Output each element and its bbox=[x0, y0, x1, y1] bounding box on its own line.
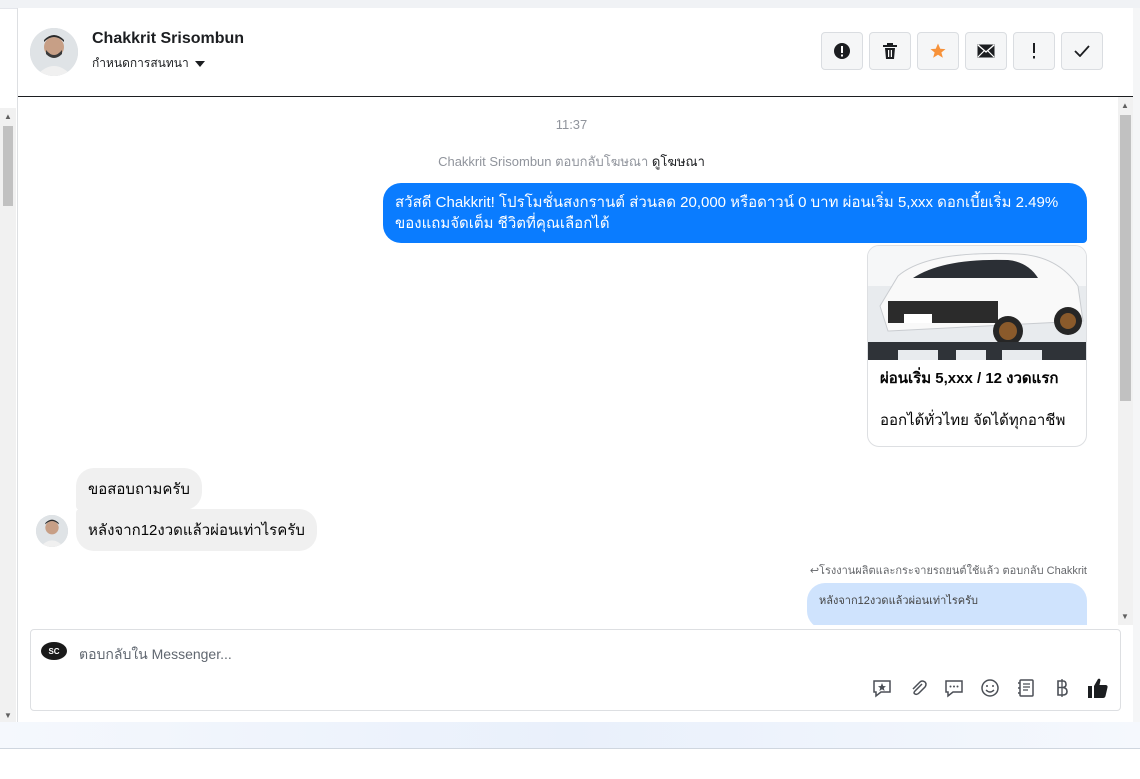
page-logo: SC bbox=[41, 642, 67, 660]
scrollbar-thumb[interactable] bbox=[1120, 115, 1131, 401]
scroll-up-arrow-icon[interactable]: ▲ bbox=[4, 112, 12, 121]
caret-down-icon bbox=[194, 60, 205, 67]
payment-button[interactable] bbox=[1050, 676, 1074, 700]
check-icon bbox=[1074, 45, 1090, 57]
person-photo-icon bbox=[36, 515, 68, 547]
alert-circle-icon bbox=[834, 43, 850, 59]
delete-button[interactable] bbox=[869, 32, 911, 70]
thumbs-up-icon bbox=[1088, 678, 1108, 698]
conversation-header: Chakkrit Srisombun กำหนดการสนทนา bbox=[18, 8, 1133, 97]
ad-card-subtitle: ออกได้ทั่วไทย จัดได้ทุกอาชีพ bbox=[880, 412, 1066, 429]
contact-small-avatar bbox=[36, 515, 68, 547]
saved-reply-button[interactable] bbox=[870, 676, 894, 700]
ad-card[interactable]: ผ่อนเริ่ม 5,xxx / 12 งวดแรก ออกได้ทั่วไท… bbox=[867, 245, 1087, 447]
follow-up-button[interactable] bbox=[1013, 32, 1055, 70]
mark-unread-button[interactable] bbox=[965, 32, 1007, 70]
emoji-button[interactable] bbox=[978, 676, 1002, 700]
assign-conversation-dropdown[interactable]: กำหนดการสนทนา bbox=[92, 54, 205, 73]
scroll-down-arrow-icon[interactable]: ▼ bbox=[4, 711, 12, 720]
right-edge bbox=[1133, 8, 1140, 722]
baht-icon bbox=[1057, 679, 1068, 697]
view-ad-link[interactable]: ดูโฆษณา bbox=[652, 154, 705, 169]
reply-composer[interactable]: SC ตอบกลับใน Messenger... bbox=[30, 629, 1121, 711]
quoted-reply-bubble[interactable]: หลังจาก12งวดแล้วผ่อนเท่าไรครับ bbox=[807, 583, 1087, 625]
incoming-message-bubble[interactable]: ขอสอบถามครับ bbox=[76, 468, 202, 510]
star-button[interactable] bbox=[917, 32, 959, 70]
trash-icon bbox=[883, 43, 897, 59]
assign-label: กำหนดการสนทนา bbox=[92, 56, 189, 70]
scrollbar-thumb[interactable] bbox=[3, 126, 13, 206]
ad-card-image bbox=[868, 246, 1086, 360]
message-thread[interactable]: 11:37 Chakkrit Srisombun ตอบกลับโฆษณา ดู… bbox=[18, 97, 1117, 625]
paperclip-icon bbox=[912, 680, 927, 696]
outgoing-message-bubble[interactable]: สวัสดี Chakkrit! โปรโมชั่นสงกรานต์ ส่วนล… bbox=[383, 183, 1087, 243]
car-photo-icon bbox=[868, 246, 1086, 360]
notes-icon bbox=[1018, 679, 1034, 697]
quick-reply-button[interactable] bbox=[942, 676, 966, 700]
envelope-icon bbox=[977, 44, 995, 58]
message-timestamp: 11:37 bbox=[555, 117, 588, 132]
ad-reply-text: Chakkrit Srisombun ตอบกลับโฆษณา bbox=[438, 154, 649, 169]
ad-card-title: ผ่อนเริ่ม 5,xxx / 12 งวดแรก bbox=[880, 370, 1059, 387]
ad-reply-note: Chakkrit Srisombun ตอบกลับโฆษณา ดูโฆษณา bbox=[18, 151, 1117, 172]
thread-scrollbar[interactable]: ▲ ▼ bbox=[1118, 97, 1133, 625]
star-icon bbox=[930, 43, 946, 58]
contact-avatar[interactable] bbox=[30, 28, 78, 76]
reply-input[interactable]: ตอบกลับใน Messenger... bbox=[79, 644, 232, 666]
composer-tools bbox=[870, 676, 1110, 700]
incoming-message-bubble[interactable]: หลังจาก12งวดแล้วผ่อนเท่าไรครับ bbox=[76, 509, 317, 551]
scroll-up-arrow-icon[interactable]: ▲ bbox=[1121, 101, 1129, 110]
chat-bubble-icon bbox=[945, 680, 963, 698]
header-actions bbox=[821, 32, 1103, 70]
smiley-icon bbox=[981, 679, 999, 697]
bottom-band bbox=[0, 722, 1140, 749]
page-scrollbar[interactable]: ▲ ▼ bbox=[0, 108, 16, 722]
report-spam-button[interactable] bbox=[821, 32, 863, 70]
attach-button[interactable] bbox=[906, 676, 930, 700]
scroll-down-arrow-icon[interactable]: ▼ bbox=[1121, 612, 1129, 621]
mark-done-button[interactable] bbox=[1061, 32, 1103, 70]
exclamation-icon bbox=[1033, 43, 1035, 59]
like-button[interactable] bbox=[1086, 676, 1110, 700]
quoted-text: หลังจาก12งวดแล้วผ่อนเท่าไรครับ bbox=[819, 595, 979, 607]
appointments-button[interactable] bbox=[1014, 676, 1038, 700]
person-photo-icon bbox=[30, 28, 78, 76]
chat-star-icon bbox=[873, 680, 891, 698]
reply-context-note: ↩โรงงานผลิตและกระจายรถยนต์ใช้แล้ว ตอบกลั… bbox=[809, 565, 1087, 577]
contact-name[interactable]: Chakkrit Srisombun bbox=[92, 30, 244, 48]
conversation-panel: Chakkrit Srisombun กำหนดการสนทนา 11:37 C… bbox=[17, 8, 1133, 722]
